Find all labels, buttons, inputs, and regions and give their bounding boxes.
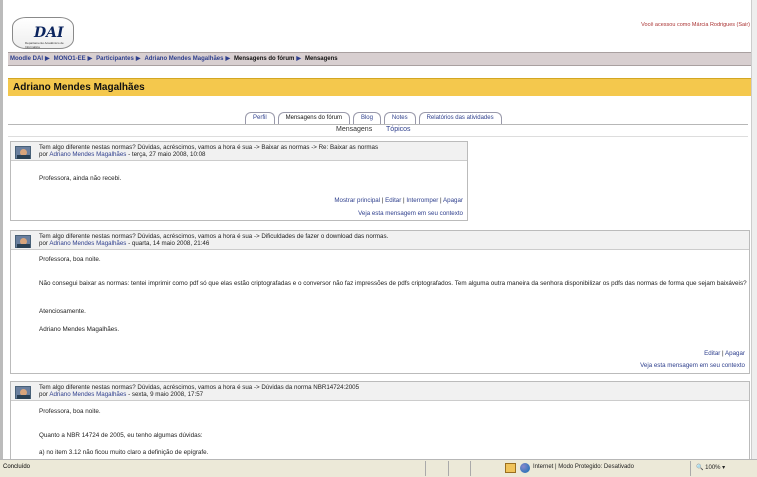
post-date: - quarta, 14 maio 2008, 21:46: [126, 240, 210, 247]
tab-notes[interactable]: Notes: [383, 112, 416, 124]
subtab-topics[interactable]: Tópicos: [386, 126, 411, 133]
forum-post: Tem algo diferente nestas normas? Dúvida…: [10, 381, 750, 461]
breadcrumb-separator: ▶: [45, 56, 50, 62]
user-avatar[interactable]: [15, 386, 31, 399]
breadcrumb: Moodle DAI ▶ MONO1-EE ▶ Participantes ▶ Adr…: [8, 52, 754, 66]
security-zone-text[interactable]: Internet | Modo Protegido: Desativado: [533, 464, 634, 470]
edit-link[interactable]: Editar: [385, 197, 401, 204]
breadcrumb-forum-posts: Mensagens do fórum: [234, 56, 295, 62]
vertical-scrollbar[interactable]: [751, 0, 757, 459]
forum-post: Tem algo diferente nestas normas? Dúvida…: [10, 141, 468, 221]
context-link[interactable]: Veja esta mensagem em seu contexto: [358, 210, 463, 217]
post-subject: Tem algo diferente nestas normas? Dúvida…: [39, 384, 360, 391]
breadcrumb-participants[interactable]: Participantes: [94, 53, 134, 66]
post-author-link[interactable]: Adriano Mendes Magalhães: [49, 240, 126, 247]
status-text: Concluído: [3, 464, 31, 470]
site-header: DAI Departamento Acadêmico de Informátic…: [8, 14, 754, 50]
user-avatar[interactable]: [15, 146, 31, 159]
post-body-line: Atenciosamente.: [39, 308, 86, 315]
browser-statusbar: Concluído Internet | Modo Protegido: Des…: [0, 459, 757, 477]
zoom-dropdown-icon: ▾: [720, 465, 726, 471]
author-prefix: por: [39, 240, 50, 247]
breadcrumb-messages: Mensagens: [304, 56, 338, 62]
post-body-line: Professora, boa noite.: [39, 408, 101, 415]
tab-activity-reports[interactable]: Relatórios das atividades: [418, 112, 502, 124]
post-date: - terça, 27 maio 2008, 10:08: [126, 151, 206, 158]
status-separator: [425, 461, 426, 476]
tab-forum-posts[interactable]: Mensagens do fórum: [277, 112, 350, 124]
post-body-line: Professora, ainda não recebi.: [39, 175, 122, 182]
subtabs: Mensagens Tópicos: [336, 126, 423, 133]
subtab-messages[interactable]: Mensagens: [336, 126, 372, 133]
post-author-line: por Adriano Mendes Magalhães - sexta, 9 …: [39, 391, 203, 398]
author-prefix: por: [39, 391, 50, 398]
post-author-link[interactable]: Adriano Mendes Magalhães: [49, 151, 126, 158]
page-title: Adriano Mendes Magalhães: [13, 82, 145, 93]
security-icon: [505, 463, 516, 473]
breadcrumb-moodle-dai[interactable]: Moodle DAI: [8, 53, 43, 66]
post-date: - sexta, 9 maio 2008, 17:57: [126, 391, 204, 398]
zoom-icon: 🔍: [696, 465, 706, 471]
status-separator: [470, 461, 471, 476]
delete-link[interactable]: Apagar: [725, 350, 745, 357]
breadcrumb-separator: ▶: [296, 56, 302, 62]
edit-link[interactable]: Editar: [704, 350, 720, 357]
breadcrumb-course[interactable]: MONO1-EE: [52, 53, 86, 66]
author-prefix: por: [39, 151, 50, 158]
post-subject: Tem algo diferente nestas normas? Dúvida…: [39, 144, 379, 151]
post-body-line: a) no item 3.12 não ficou muito claro a …: [39, 449, 209, 456]
post-commands: Editar | Apagar: [704, 350, 745, 357]
tab-blog[interactable]: Blog: [352, 112, 381, 124]
dai-logo[interactable]: DAI Departamento Acadêmico de Informátic…: [12, 17, 74, 49]
post-author-line: por Adriano Mendes Magalhães - terça, 27…: [39, 151, 206, 158]
post-body-line: Quanto a NBR 14724 de 2005, eu tenho alg…: [39, 432, 203, 439]
breadcrumb-separator: ▶: [135, 56, 141, 62]
logo-text: DAI: [34, 25, 64, 41]
delete-link[interactable]: Apagar: [443, 197, 463, 204]
page-title-bar: Adriano Mendes Magalhães: [8, 78, 752, 96]
post-body-line: Não consegui baixar as normas: tentei im…: [39, 280, 747, 287]
tab-divider: [8, 124, 748, 125]
user-avatar[interactable]: [15, 235, 31, 248]
zoom-control[interactable]: 🔍 100% ▾: [696, 464, 725, 471]
status-separator: [448, 461, 449, 476]
profile-tabs: Perfil Mensagens do fórum Blog Notes Rel…: [245, 112, 503, 124]
tab-profile[interactable]: Perfil: [245, 112, 275, 124]
login-info[interactable]: Você acessou como Márcia Rodrigues (Sair…: [641, 22, 750, 28]
context-link[interactable]: Veja esta mensagem em seu contexto: [640, 362, 745, 369]
post-commands: Mostrar principal | Editar | Interromper…: [334, 197, 463, 204]
zoom-level: 100%: [705, 465, 721, 471]
post-subject: Tem algo diferente nestas normas? Dúvida…: [39, 233, 389, 240]
breadcrumb-user[interactable]: Adriano Mendes Magalhães: [142, 53, 223, 66]
logo-subtitle: Departamento Acadêmico de Informática: [25, 41, 64, 49]
post-author-line: por Adriano Mendes Magalhães - quarta, 1…: [39, 240, 209, 247]
subtab-divider: [8, 136, 748, 137]
breadcrumb-separator: ▶: [225, 56, 231, 62]
post-body-line: Adriano Mendes Magalhães.: [39, 326, 120, 333]
internet-globe-icon: [520, 463, 530, 473]
post-author-link[interactable]: Adriano Mendes Magalhães: [49, 391, 126, 398]
status-separator: [690, 461, 691, 476]
breadcrumb-separator: ▶: [87, 56, 93, 62]
split-link[interactable]: Interromper: [406, 197, 438, 204]
post-body-line: Professora, boa noite.: [39, 256, 101, 263]
show-parent-link[interactable]: Mostrar principal: [334, 197, 380, 204]
forum-post: Tem algo diferente nestas normas? Dúvida…: [10, 230, 750, 374]
